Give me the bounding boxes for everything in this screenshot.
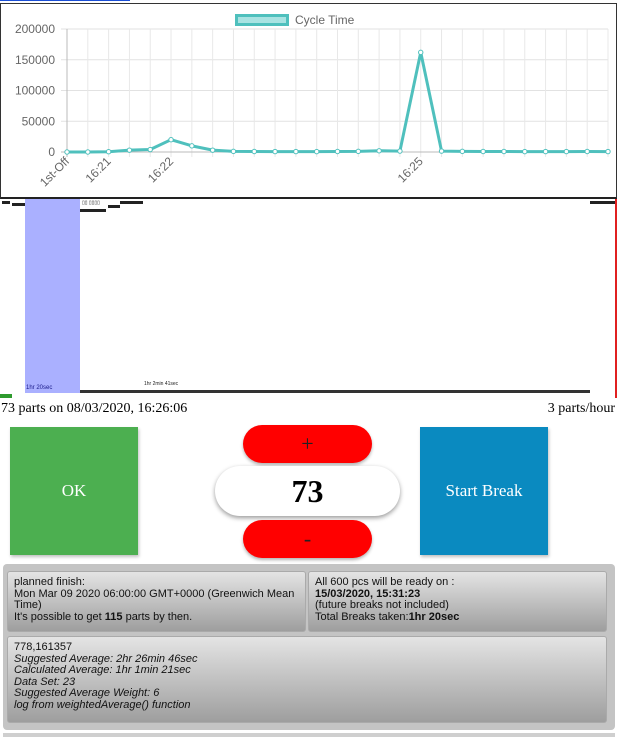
data-point — [272, 148, 278, 155]
production-timeline: 1hr 20sec ▯▯ ▯▯▯▯ 1hr 2min 41sec — [0, 199, 617, 398]
timeline-segment — [2, 201, 10, 204]
parts-counter: 73 — [215, 466, 400, 516]
planned-finish-label: planned finish: — [14, 576, 85, 588]
data-point — [459, 148, 466, 155]
possible-prefix: It's possible to get — [14, 610, 105, 623]
planned-finish-date: Mon Mar 09 2020 06:00:00 GMT+0000 (Green… — [14, 587, 295, 611]
x-tick-label: 16:25 — [395, 154, 426, 185]
possible-parts-text: It's possible to get 115 parts by then. — [14, 610, 299, 624]
decrement-button[interactable]: - — [243, 520, 372, 558]
data-point — [209, 147, 216, 153]
timeline-start-marker — [0, 394, 12, 398]
data-point — [418, 49, 424, 56]
data-point — [438, 148, 445, 154]
legend-label: Cycle Time — [295, 13, 355, 27]
timeline-segment — [108, 205, 120, 208]
possible-suffix: parts by then. — [122, 610, 193, 623]
timeline-tick-text: ▯▯ ▯▯▯▯ — [82, 200, 100, 206]
y-tick-label: 150000 — [15, 53, 55, 67]
break-label: 1hr 20sec — [26, 385, 53, 391]
data-point — [126, 147, 133, 153]
start-break-button[interactable]: Start Break — [420, 427, 548, 555]
ready-label: All 600 pcs will be ready on : — [315, 576, 455, 588]
legend-swatch — [235, 14, 289, 26]
data-point — [397, 148, 403, 154]
stats-raw: 778,161357 — [14, 641, 73, 653]
data-point — [334, 148, 341, 155]
cycle-time-chart: 200000 150000 100000 50000 0 1st-Off 16:21 16:2… — [0, 3, 617, 199]
chart-legend[interactable]: Cycle Time — [235, 13, 354, 27]
timeline-segment — [590, 201, 615, 204]
data-point — [313, 148, 320, 155]
log-note: log from weightedAverage() function — [14, 698, 191, 711]
timeline-baseline — [80, 390, 590, 393]
stats-panel: 778,161357 Suggested Average: 2hr 26min … — [7, 636, 607, 723]
x-tick-label: 16:21 — [83, 154, 114, 185]
calculated-average: Calculated Average: 1hr 1min 21sec — [14, 664, 191, 676]
parts-info: 73 parts on 08/03/2020, 16:26:06 — [1, 401, 188, 416]
timeline-segment — [80, 209, 106, 212]
data-point — [542, 148, 549, 155]
y-tick-label: 200000 — [15, 22, 55, 36]
data-point — [563, 148, 570, 155]
data-point — [85, 149, 91, 155]
data-point — [480, 148, 486, 155]
x-tick-label: 16:22 — [145, 154, 176, 185]
breaks-total: Total Breaks taken:1hr 20sec — [315, 610, 600, 624]
y-tick-label: 50000 — [22, 114, 56, 128]
break-block[interactable] — [25, 199, 80, 393]
data-point — [605, 148, 611, 155]
suggested-weight: Suggested Average Weight: 6 — [14, 687, 160, 699]
top-link-underline[interactable] — [0, 0, 130, 1]
timeline-duration-label: 1hr 2min 41sec — [144, 381, 179, 387]
y-tick-label: 0 — [48, 145, 55, 159]
possible-count: 115 — [104, 610, 123, 623]
planned-finish-panel: planned finish: Mon Mar 09 2020 06:00:00… — [7, 571, 306, 632]
increment-button[interactable]: + — [243, 425, 372, 463]
ok-button[interactable]: OK — [10, 427, 138, 555]
panel-bottom-strip — [3, 733, 615, 737]
data-point — [293, 148, 299, 155]
rate-info: 3 parts/hour — [547, 401, 615, 416]
timeline-segment — [120, 201, 143, 204]
data-point — [105, 148, 112, 155]
data-point — [189, 143, 195, 149]
data-point — [251, 148, 257, 155]
breaks-prefix: Total Breaks taken: — [315, 610, 409, 623]
data-point — [522, 148, 528, 155]
data-point — [376, 148, 382, 154]
ready-date-panel: All 600 pcs will be ready on : 15/03/202… — [308, 571, 607, 632]
data-point — [230, 148, 237, 155]
x-tick-label: 1st-Off — [37, 154, 73, 190]
data-point — [355, 148, 362, 155]
data-point — [501, 148, 507, 155]
chart-svg: 200000 150000 100000 50000 01st-Off 16:21 16:2… — [15, 22, 611, 190]
data-point — [147, 146, 153, 153]
y-tick-label: 100000 — [15, 84, 55, 98]
data-point — [64, 149, 70, 155]
data-point — [168, 137, 174, 143]
data-point — [584, 148, 590, 155]
timeline-segment — [12, 203, 25, 206]
breaks-value: 1hr 20sec — [408, 610, 460, 623]
